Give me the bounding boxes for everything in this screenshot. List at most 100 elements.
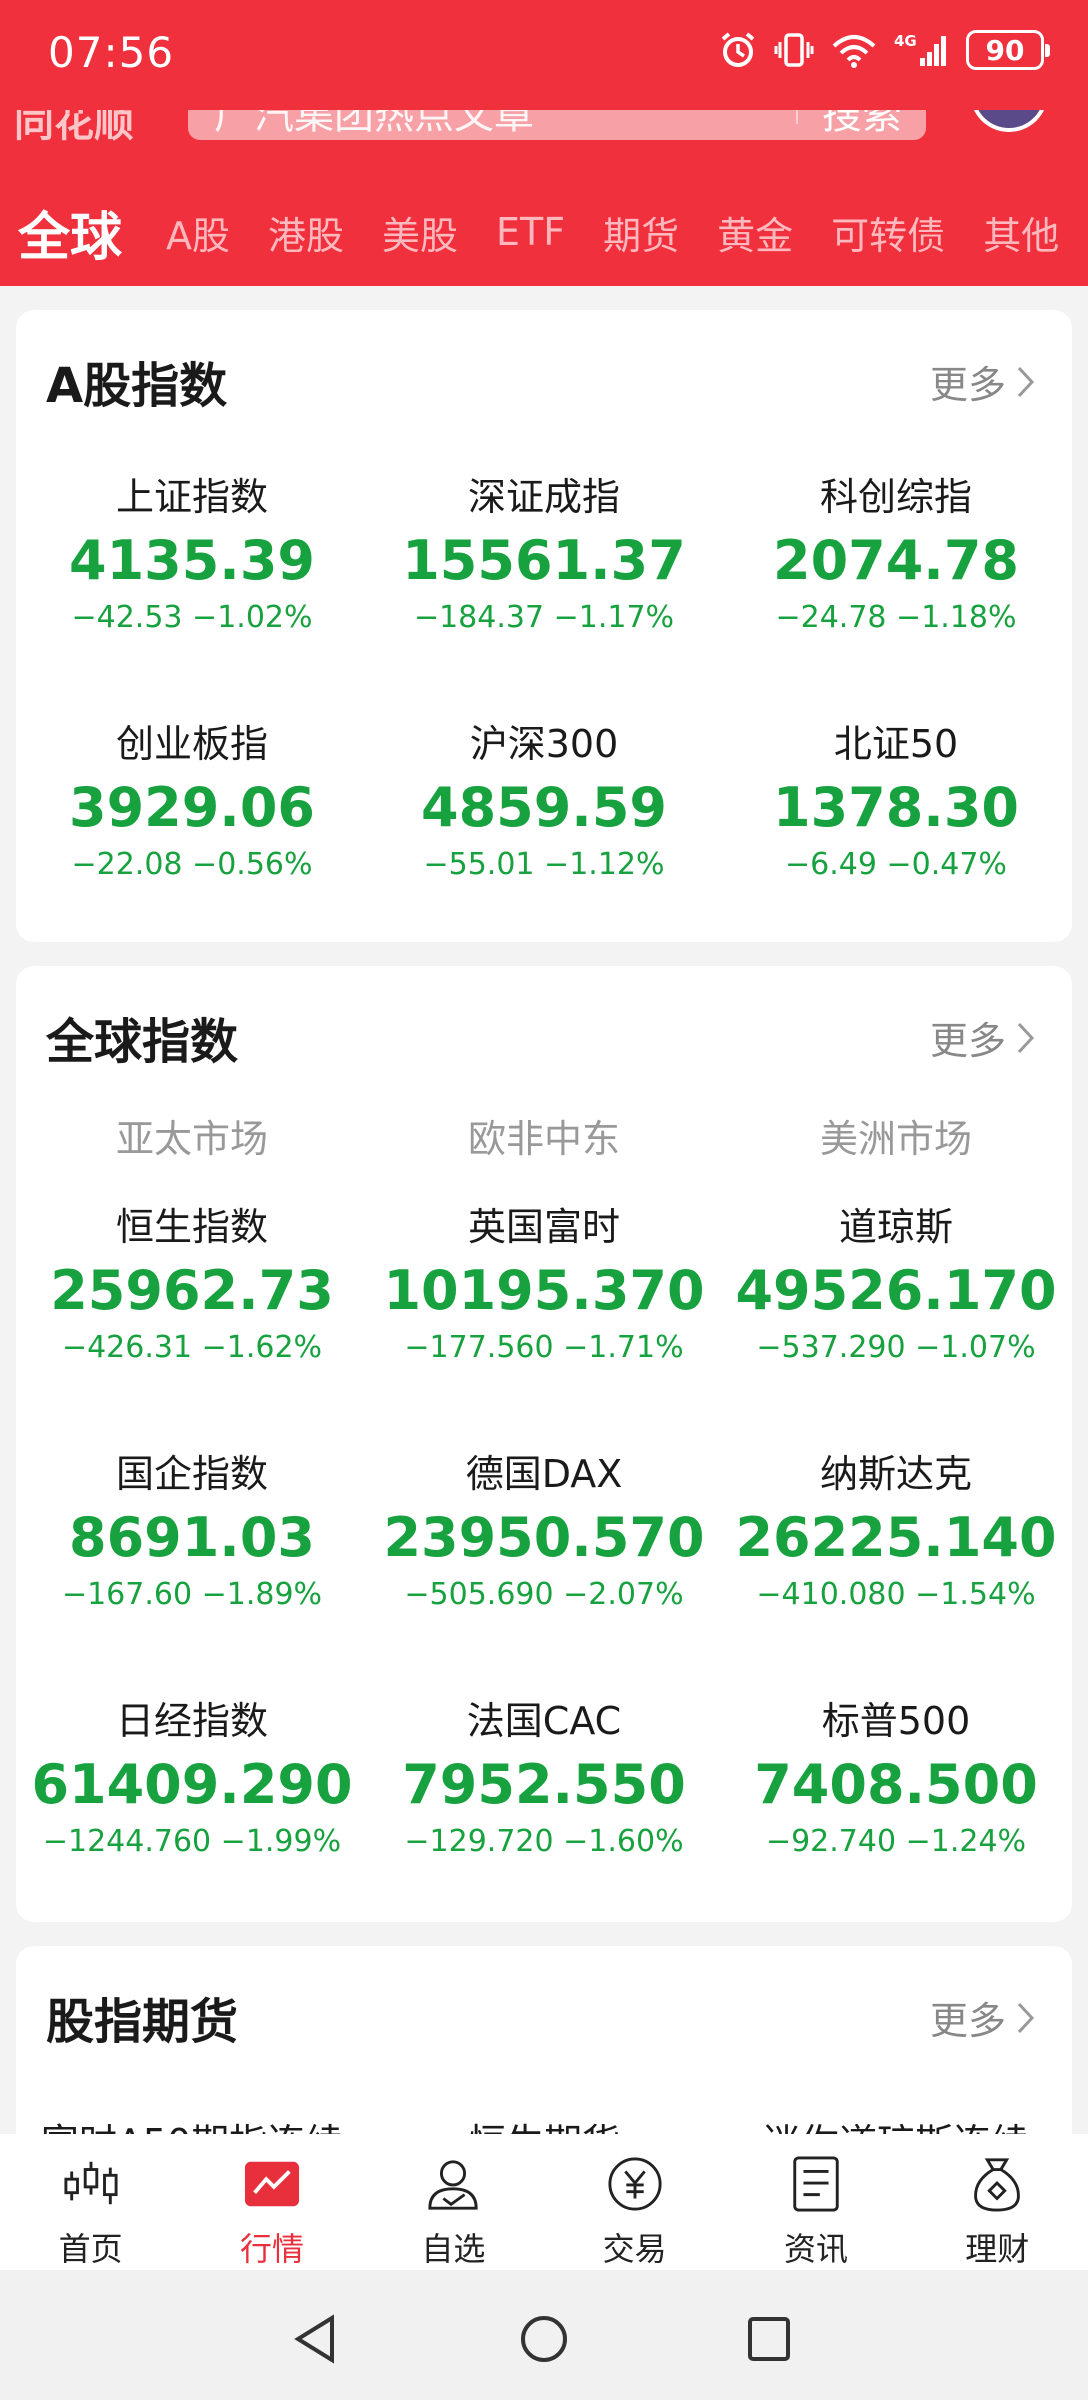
battery-indicator: 90 <box>966 30 1050 70</box>
index-name: 纳斯达克 <box>819 1452 972 1496</box>
index-name: 日经指数 <box>115 1699 268 1743</box>
index-change: −6.49 −0.47% <box>785 847 1007 882</box>
tab-convertible[interactable]: 可转债 <box>831 205 945 260</box>
index-name: 深证成指 <box>467 475 620 519</box>
nav-label: 理财 <box>965 2230 1030 2268</box>
nav-label: 自选 <box>421 2230 486 2268</box>
index-change: −426.31 −1.62% <box>61 1330 323 1365</box>
index-price: 49526.170 <box>735 1259 1057 1322</box>
tab-futures[interactable]: 期货 <box>603 205 679 260</box>
nav-label: 资讯 <box>783 2230 848 2268</box>
global-more-link[interactable]: 更多 <box>930 1010 1036 1065</box>
status-icons: 4G 90 <box>718 30 1050 70</box>
index-name: 恒生指数 <box>115 1205 268 1249</box>
tab-gold[interactable]: 黄金 <box>717 205 793 260</box>
index-cell[interactable]: 英国富时 10195.370 −177.560 −1.71% <box>368 1200 720 1447</box>
index-price: 15561.37 <box>402 529 686 592</box>
index-price: 23950.570 <box>383 1506 705 1569</box>
region-emea: 欧非中东 <box>467 1117 620 1161</box>
home-icon[interactable] <box>518 2314 570 2364</box>
index-cell[interactable]: 创业板指 3929.06 −22.08 −0.56% <box>16 717 368 964</box>
tab-us[interactable]: 美股 <box>382 205 458 260</box>
futures-names-row: 富时A50期指连续 恒生期货 迷你道琼斯连续 <box>16 2116 1072 2134</box>
more-label: 更多 <box>929 1019 1006 1063</box>
index-change: −167.60 −1.89% <box>61 1577 323 1612</box>
region-row: 亚太市场 欧非中东 美洲市场 <box>16 1108 1072 1163</box>
vibrate-icon <box>774 33 814 67</box>
index-price: 1378.30 <box>773 776 1019 839</box>
nav-label: 交易 <box>602 2230 667 2268</box>
index-cell[interactable]: 沪深300 4859.59 −55.01 −1.12% <box>368 717 720 964</box>
index-name: 英国富时 <box>467 1205 620 1249</box>
index-name: 沪深300 <box>469 722 619 766</box>
index-name: 德国DAX <box>465 1452 623 1496</box>
person-icon <box>428 2160 478 2210</box>
index-price: 25962.73 <box>50 1259 334 1322</box>
futures-name[interactable]: 迷你道琼斯连续 <box>720 2116 1072 2134</box>
signal-4g-icon: 4G <box>894 32 946 66</box>
index-name: 法国CAC <box>466 1699 622 1743</box>
index-change: −1244.760 −1.99% <box>42 1824 342 1859</box>
index-cell[interactable]: 纳斯达克 26225.140 −410.080 −1.54% <box>720 1447 1072 1694</box>
index-cell[interactable]: 深证成指 15561.37 −184.37 −1.17% <box>368 470 720 717</box>
index-cell[interactable]: 道琼斯 49526.170 −537.290 −1.07% <box>720 1200 1072 1447</box>
index-price: 2074.78 <box>773 529 1019 592</box>
index-name: 北证50 <box>833 722 959 766</box>
index-price: 8691.03 <box>69 1506 315 1569</box>
tab-etf[interactable]: ETF <box>496 210 565 254</box>
index-name: 科创综指 <box>819 475 972 519</box>
chevron-right-icon <box>1017 2002 1035 2033</box>
index-change: −92.740 −1.24% <box>765 1824 1027 1859</box>
index-change: −129.720 −1.60% <box>404 1824 684 1859</box>
global-grid: 恒生指数 25962.73 −426.31 −1.62% 英国富时 10195.370… <box>16 1200 1072 1941</box>
nav-watchlist[interactable]: 自选 <box>363 2134 544 2270</box>
back-icon[interactable] <box>292 2314 338 2364</box>
yen-coin-icon <box>608 2157 662 2211</box>
nav-news[interactable]: 资讯 <box>725 2134 906 2270</box>
index-name: 道琼斯 <box>838 1205 953 1249</box>
index-cell[interactable]: 科创综指 2074.78 −24.78 −1.18% <box>720 470 1072 717</box>
a-share-more-link[interactable]: 更多 <box>930 354 1036 409</box>
nav-trade[interactable]: 交易 <box>544 2134 725 2270</box>
nav-home[interactable]: 首页 <box>0 2134 181 2270</box>
bottom-nav: 首页 行情 自选 交易 资讯 理财 <box>0 2134 1088 2270</box>
tab-global[interactable]: 全球 <box>18 195 122 270</box>
futures-card: 股指期货 更多 富时A50期指连续 恒生期货 迷你道琼斯连续 <box>16 1946 1072 2134</box>
index-price: 26225.140 <box>735 1506 1057 1569</box>
a-share-card: A股指数 更多 上证指数 4135.39 −42.53 −1.02% 深证成指 155… <box>16 310 1072 942</box>
index-cell[interactable]: 日经指数 61409.290 −1244.760 −1.99% <box>16 1694 368 1941</box>
recents-icon[interactable] <box>746 2314 792 2364</box>
index-price: 61409.290 <box>31 1753 353 1816</box>
futures-title: 股指期货 <box>46 1994 239 2050</box>
futures-more-link[interactable]: 更多 <box>930 1990 1036 2045</box>
region-americas: 美洲市场 <box>819 1117 972 1161</box>
system-nav-bar <box>0 2270 1088 2400</box>
index-cell[interactable]: 北证50 1378.30 −6.49 −0.47% <box>720 717 1072 964</box>
nav-finance[interactable]: 理财 <box>907 2134 1088 2270</box>
candlestick-icon <box>64 2161 118 2205</box>
region-asia-pacific: 亚太市场 <box>115 1117 268 1161</box>
index-cell[interactable]: 国企指数 8691.03 −167.60 −1.89% <box>16 1447 368 1694</box>
index-cell[interactable]: 法国CAC 7952.550 −129.720 −1.60% <box>368 1694 720 1941</box>
chevron-right-icon <box>1017 1022 1035 1053</box>
index-cell[interactable]: 德国DAX 23950.570 −505.690 −2.07% <box>368 1447 720 1694</box>
tab-hk[interactable]: 港股 <box>268 205 344 260</box>
futures-name[interactable]: 富时A50期指连续 <box>16 2116 368 2134</box>
index-price: 7952.550 <box>402 1753 686 1816</box>
tab-other[interactable]: 其他 <box>983 205 1059 260</box>
index-change: −24.78 −1.18% <box>775 600 1017 635</box>
nav-label: 首页 <box>58 2230 123 2268</box>
index-name: 标普500 <box>821 1699 971 1743</box>
futures-name[interactable]: 恒生期货 <box>368 2116 720 2134</box>
tab-a-share[interactable]: A股 <box>166 205 230 260</box>
chart-icon <box>244 2161 300 2207</box>
more-label: 更多 <box>929 1999 1006 2043</box>
global-title: 全球指数 <box>46 1014 239 1070</box>
index-cell[interactable]: 标普500 7408.500 −92.740 −1.24% <box>720 1694 1072 1941</box>
nav-market[interactable]: 行情 <box>181 2134 362 2270</box>
index-price: 3929.06 <box>69 776 315 839</box>
index-cell[interactable]: 恒生指数 25962.73 −426.31 −1.62% <box>16 1200 368 1447</box>
index-cell[interactable]: 上证指数 4135.39 −42.53 −1.02% <box>16 470 368 717</box>
index-price: 4135.39 <box>69 529 315 592</box>
status-bar: 07:56 4G 90 <box>0 0 1088 110</box>
